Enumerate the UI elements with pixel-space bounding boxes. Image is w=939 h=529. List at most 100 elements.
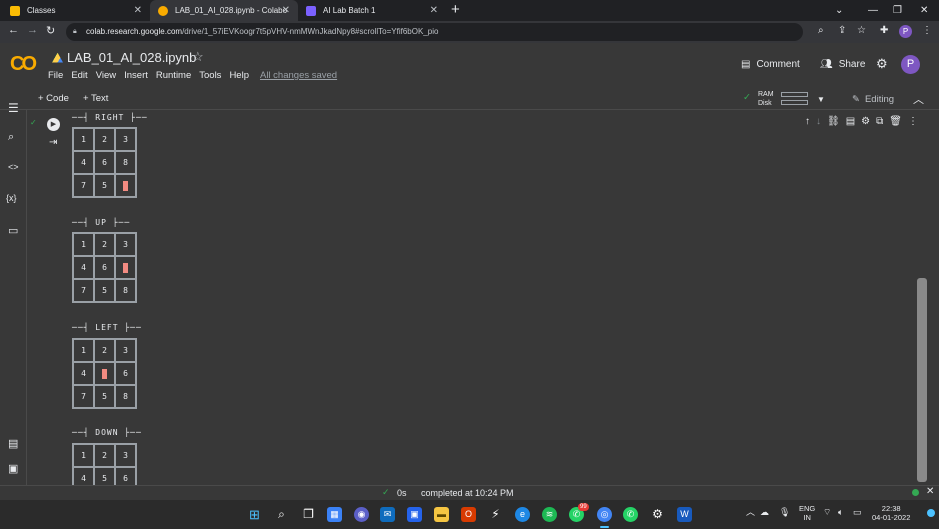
tab-ai-lab[interactable]: AI Lab Batch 1 ✕ bbox=[298, 0, 446, 21]
extensions-icon[interactable]: ✚ bbox=[880, 25, 888, 36]
run-cell-button[interactable]: ▶ bbox=[47, 118, 60, 131]
url-input[interactable]: 🔒︎ colab.research.google.com/drive/1_57i… bbox=[66, 23, 803, 41]
share-page-icon[interactable]: ⇪ bbox=[838, 25, 846, 36]
bookmark-star-icon[interactable]: ☆ bbox=[857, 25, 866, 36]
microphone-icon[interactable]: 🎙︎ bbox=[779, 508, 790, 517]
power-automate-icon[interactable]: ⚡︎ bbox=[488, 507, 503, 522]
settings-icon[interactable]: ⚙ bbox=[650, 507, 665, 522]
move-label: ──┤ LEFT ├── bbox=[72, 323, 142, 332]
zoom-icon[interactable]: ⌕ bbox=[818, 25, 824, 36]
share-button[interactable]: 👥︎ Share bbox=[820, 59, 865, 70]
tab-classes[interactable]: Classes ✕ bbox=[2, 0, 150, 21]
terminal-icon[interactable]: ▣ bbox=[8, 462, 18, 475]
chevron-down-icon[interactable]: ▼ bbox=[817, 95, 825, 104]
menu-view[interactable]: View bbox=[96, 70, 116, 81]
settings-gear-icon[interactable]: ⚙ bbox=[876, 56, 888, 72]
wifi-icon[interactable]: ⌔ bbox=[823, 508, 831, 517]
grid-cell: 5 bbox=[94, 279, 115, 302]
whatsapp-icon[interactable]: ✆ bbox=[623, 507, 638, 522]
volume-icon[interactable]: 🔈︎ bbox=[838, 508, 843, 517]
lock-icon: 🔒︎ bbox=[73, 28, 77, 35]
task-view-icon[interactable]: ❐ bbox=[301, 507, 316, 522]
code-snippets-icon[interactable]: <> bbox=[8, 162, 19, 172]
store-icon[interactable]: ▣ bbox=[407, 507, 422, 522]
colab-profile-avatar[interactable]: P bbox=[901, 55, 920, 74]
reload-icon[interactable]: ↻ bbox=[46, 24, 55, 37]
menu-tools[interactable]: Tools bbox=[199, 70, 221, 81]
close-icon[interactable]: ✕ bbox=[282, 5, 290, 16]
notebook-toolbar: + Code + Text ✓ RAM Disk ▼ ✎ Editing ︿ bbox=[0, 89, 939, 110]
clock-time: 22:38 bbox=[881, 504, 901, 513]
files-icon[interactable]: ▭ bbox=[8, 224, 18, 237]
collapse-header-icon[interactable]: ︿ bbox=[913, 91, 924, 107]
windows-taskbar: ⊞ ⌕ ❐ ▦ ◉ ✉ ▣ ▬ O ⚡︎ e ≋ ✆ 99 ◎ ✆ ⚙ W ︿ … bbox=[0, 500, 939, 529]
more-vert-icon[interactable]: ⋮ bbox=[908, 116, 917, 127]
move-cell-up-icon[interactable]: ↑ bbox=[805, 116, 810, 127]
chrome-icon[interactable]: ◎ bbox=[597, 507, 612, 522]
close-window-button[interactable]: ✕ bbox=[920, 0, 928, 21]
command-palette-icon[interactable]: ▤ bbox=[8, 437, 18, 450]
ram-label: RAM bbox=[758, 91, 774, 98]
editing-mode-button[interactable]: ✎ Editing bbox=[846, 91, 900, 108]
output-clear-icon[interactable]: ⇥ bbox=[49, 137, 57, 148]
mirror-cell-icon[interactable]: ⧉ bbox=[876, 116, 883, 127]
add-text-button[interactable]: + Text bbox=[83, 93, 108, 104]
tray-chevron-icon[interactable]: ︿ bbox=[746, 508, 755, 517]
clock[interactable]: 22:38 04-01-2022 bbox=[872, 504, 910, 522]
minimize-button[interactable]: — bbox=[868, 0, 878, 21]
browser-profile-avatar[interactable]: P bbox=[899, 25, 912, 38]
comment-icon: ▤ bbox=[741, 59, 751, 70]
tab-colab[interactable]: LAB_01_AI_028.ipynb - Colaborat ✕ bbox=[150, 0, 298, 21]
browser-menu-icon[interactable]: ⋮ bbox=[922, 25, 932, 36]
grid-cell: 4 bbox=[73, 151, 94, 174]
forward-icon[interactable]: → bbox=[27, 24, 38, 36]
close-icon[interactable]: ✕ bbox=[134, 5, 142, 16]
windows-start-icon[interactable]: ⊞ bbox=[247, 507, 262, 522]
maximize-button[interactable]: ❐ bbox=[893, 0, 902, 21]
office-icon[interactable]: O bbox=[461, 507, 476, 522]
notebook-title[interactable]: LAB_01_AI_028.ipynb bbox=[52, 50, 196, 65]
variables-icon[interactable]: {x} bbox=[6, 193, 17, 203]
search-icon[interactable]: ⌕ bbox=[274, 507, 289, 522]
move-cell-down-icon[interactable]: ↓ bbox=[816, 116, 821, 127]
resource-indicator[interactable]: RAM Disk bbox=[758, 90, 774, 108]
teams-chat-icon[interactable]: ◉ bbox=[354, 507, 369, 522]
language-indicator[interactable]: ENG IN bbox=[799, 504, 815, 522]
colab-logo[interactable]: CO bbox=[10, 53, 37, 76]
search-icon[interactable]: ⌕ bbox=[8, 131, 14, 144]
close-status-icon[interactable]: ✕ bbox=[926, 486, 934, 497]
network-activity-icon[interactable]: ☁ bbox=[760, 508, 769, 517]
battery-icon[interactable]: ▭ bbox=[853, 508, 862, 517]
spotify-icon[interactable]: ≋ bbox=[542, 507, 557, 522]
word-icon[interactable]: W bbox=[677, 507, 692, 522]
tab-search-icon[interactable]: ⌄ bbox=[835, 0, 843, 21]
grid-cell: 7 bbox=[73, 174, 94, 197]
menu-insert[interactable]: Insert bbox=[124, 70, 148, 81]
comment-icon[interactable]: ▤ bbox=[846, 116, 855, 127]
link-icon[interactable]: ⛓ bbox=[827, 116, 840, 127]
puzzle-grid: 1 2 3 4 6 7 5 8 bbox=[72, 338, 137, 409]
widgets-icon[interactable]: ▦ bbox=[327, 507, 342, 522]
status-message[interactable]: completed at 10:24 PM bbox=[421, 488, 514, 498]
notebook-scrollbar[interactable] bbox=[917, 110, 939, 485]
menu-edit[interactable]: Edit bbox=[71, 70, 87, 81]
menu-file[interactable]: File bbox=[48, 70, 63, 81]
add-code-button[interactable]: + Code bbox=[38, 93, 69, 104]
edge-icon[interactable]: e bbox=[515, 507, 530, 522]
toc-icon[interactable]: ☰ bbox=[8, 101, 19, 115]
new-tab-button[interactable]: + bbox=[451, 1, 460, 18]
file-explorer-icon[interactable]: ▬ bbox=[434, 507, 449, 522]
delete-icon[interactable]: 🗑︎ bbox=[889, 116, 902, 127]
mail-icon[interactable]: ✉ bbox=[380, 507, 395, 522]
menu-runtime[interactable]: Runtime bbox=[156, 70, 191, 81]
back-icon[interactable]: ← bbox=[8, 24, 19, 36]
comment-button[interactable]: ▤ Comment bbox=[741, 59, 800, 70]
ram-bar bbox=[781, 92, 808, 97]
close-icon[interactable]: ✕ bbox=[430, 5, 438, 16]
save-status[interactable]: All changes saved bbox=[260, 70, 337, 81]
scrollbar-thumb[interactable] bbox=[917, 278, 927, 482]
gear-icon[interactable]: ⚙ bbox=[861, 116, 870, 127]
menu-help[interactable]: Help bbox=[229, 70, 249, 81]
star-icon[interactable]: ☆ bbox=[192, 49, 204, 65]
notification-icon[interactable] bbox=[927, 509, 935, 517]
